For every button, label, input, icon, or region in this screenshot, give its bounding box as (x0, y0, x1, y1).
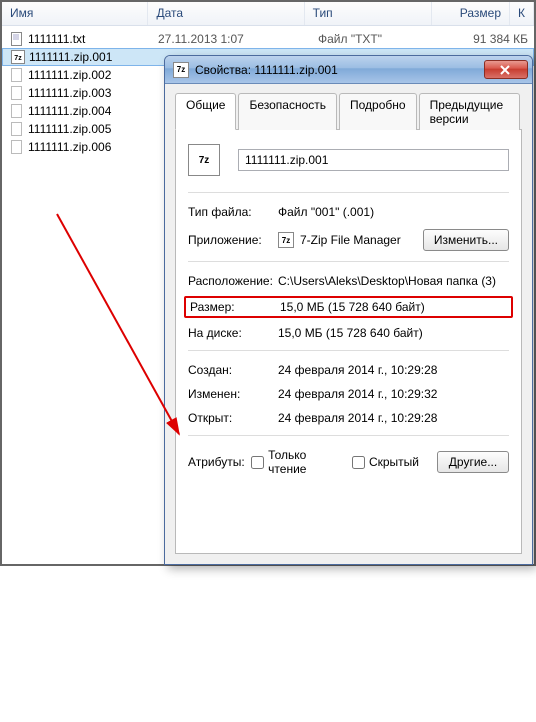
change-button[interactable]: Изменить... (423, 229, 509, 251)
file-icon (10, 140, 24, 154)
explorer-column-header: Имя Дата Тип Размер К (2, 2, 534, 26)
close-button[interactable] (484, 60, 528, 79)
value-size: 15,0 МБ (15 728 640 байт) (280, 300, 425, 314)
hidden-checkbox[interactable]: Скрытый (348, 453, 419, 472)
value-modified: 24 февраля 2014 г., 10:29:32 (278, 387, 509, 401)
dialog-title: Свойства: 1111111.zip.001 (195, 63, 484, 77)
tab-general[interactable]: Общие (175, 93, 236, 130)
file-icon (10, 68, 24, 82)
file-name: 1111111.zip.003 (28, 86, 158, 100)
label-file-type: Тип файла: (188, 205, 278, 219)
file-type-icon: 7z (188, 144, 220, 176)
file-date: 27.11.2013 1:07 (158, 32, 318, 46)
file-name: 1111111.zip.006 (28, 140, 158, 154)
label-app: Приложение: (188, 233, 278, 247)
tab-previous[interactable]: Предыдущие версии (419, 93, 520, 130)
tab-panel-general: 7z Тип файла: Файл "001" (.001) Приложен… (175, 130, 522, 554)
file-icon (10, 122, 24, 136)
file-name: 1111111.zip.004 (28, 104, 158, 118)
tab-security[interactable]: Безопасность (238, 93, 337, 130)
file-icon (10, 104, 24, 118)
tab-strip: Общие Безопасность Подробно Предыдущие в… (175, 92, 522, 130)
readonly-checkbox-label: Только чтение (268, 448, 330, 476)
file-icon (10, 86, 24, 100)
col-header-k[interactable]: К (510, 2, 534, 25)
value-created: 24 февраля 2014 г., 10:29:28 (278, 363, 509, 377)
value-app: 7-Zip File Manager (300, 233, 401, 247)
dialog-button-bar: OK Отмена Применить (175, 554, 522, 565)
label-location: Расположение: (188, 274, 278, 288)
label-on-disk: На диске: (188, 326, 278, 340)
hidden-checkbox-label: Скрытый (369, 455, 419, 469)
col-header-date[interactable]: Дата (148, 2, 304, 25)
value-on-disk: 15,0 МБ (15 728 640 байт) (278, 326, 509, 340)
label-modified: Изменен: (188, 387, 278, 401)
col-header-size[interactable]: Размер (432, 2, 510, 25)
readonly-checkbox-input[interactable] (251, 456, 264, 469)
value-file-type: Файл "001" (.001) (278, 205, 509, 219)
file-size: 91 384 КБ (448, 32, 528, 46)
col-header-type[interactable]: Тип (305, 2, 432, 25)
file-name: 1111111.zip.002 (28, 68, 158, 82)
highlight-box: Размер: 15,0 МБ (15 728 640 байт) (184, 296, 513, 318)
close-icon (500, 65, 512, 75)
file-name: 1111111.zip.001 (29, 50, 159, 64)
label-created: Создан: (188, 363, 278, 377)
ok-button[interactable]: OK (254, 564, 332, 565)
file-name: 1111111.zip.005 (28, 122, 158, 136)
label-size: Размер: (190, 300, 280, 314)
value-location: C:\Users\Aleks\Desktop\Новая папка (3) (278, 274, 509, 288)
svg-text:7z: 7z (14, 55, 22, 62)
properties-dialog: 7z Свойства: 1111111.zip.001 Общие Безоп… (164, 55, 533, 565)
dialog-titlebar[interactable]: 7z Свойства: 1111111.zip.001 (165, 56, 532, 84)
tab-details[interactable]: Подробно (339, 93, 417, 130)
cancel-button[interactable]: Отмена (340, 564, 418, 565)
col-header-name[interactable]: Имя (2, 2, 148, 25)
filename-input[interactable] (238, 149, 509, 171)
dialog-title-icon: 7z (173, 62, 189, 78)
file-type: Файл "TXT" (318, 32, 448, 46)
file-icon (10, 32, 24, 46)
apply-button[interactable]: Применить (426, 564, 510, 565)
label-attributes: Атрибуты: (188, 455, 247, 469)
readonly-checkbox[interactable]: Только чтение (247, 448, 330, 476)
label-accessed: Открыт: (188, 411, 278, 425)
file-icon: 7z (11, 50, 25, 64)
file-row[interactable]: 1111111.txt27.11.2013 1:07Файл "TXT"91 3… (2, 30, 534, 48)
file-name: 1111111.txt (28, 32, 158, 46)
value-accessed: 24 февраля 2014 г., 10:29:28 (278, 411, 509, 425)
other-button[interactable]: Другие... (437, 451, 509, 473)
app-icon: 7z (278, 232, 294, 248)
hidden-checkbox-input[interactable] (352, 456, 365, 469)
